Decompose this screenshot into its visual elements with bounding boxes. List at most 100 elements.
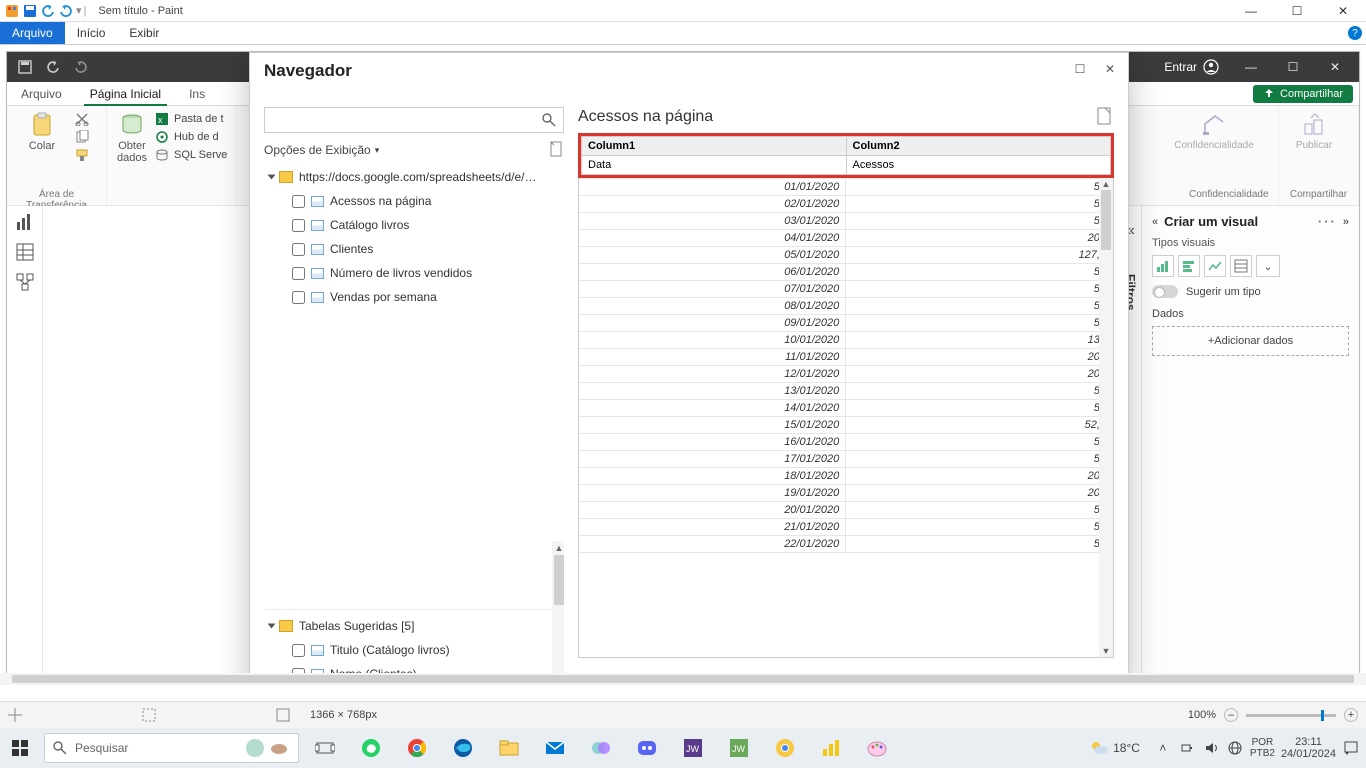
refresh-preview-icon[interactable] [548,141,564,159]
tree-table-item[interactable]: Catálogo livros [264,213,564,237]
sensitivity-button[interactable]: Confidencialidade [1189,112,1239,151]
tree-suggested-root[interactable]: Tabelas Sugeridas [5] [264,614,564,638]
tree-table-item[interactable]: Vendas por semana [264,285,564,309]
cut-icon[interactable] [75,112,89,126]
display-options-dropdown[interactable]: Opções de Exibição ▾ [264,143,379,157]
network-icon[interactable] [1226,739,1244,757]
mail-icon[interactable] [535,728,575,768]
table-checkbox[interactable] [292,291,305,304]
tree-suggested-item[interactable]: Titulo (Catálogo livros) [264,638,564,662]
pbi-redo-icon[interactable] [73,59,89,75]
whatsapp-icon[interactable] [351,728,391,768]
navigator-search-input[interactable] [271,113,541,127]
paint-hscrollbar[interactable] [0,673,1366,685]
tray-chevron-icon[interactable]: ˄ [1154,739,1172,757]
add-data-button[interactable]: +Adicionar dados [1152,326,1349,356]
discord-icon[interactable] [627,728,667,768]
scroll-thumb[interactable] [1101,190,1111,250]
table-checkbox[interactable] [292,243,305,256]
paint-close-button[interactable]: ✕ [1320,0,1366,22]
ribbon-tab-arquivo[interactable]: Arquivo [7,82,76,105]
toggle-switch-icon[interactable] [1152,285,1178,298]
paint-canvas[interactable]: Entrar — ☐ ✕ Arquivo Página Inicial Ins … [0,45,1366,685]
chevron-down-icon[interactable] [268,624,276,629]
navigator-close-button[interactable]: ✕ [1096,57,1124,81]
preview-options-icon[interactable] [1096,107,1114,127]
tree-table-item[interactable]: Número de livros vendidos [264,261,564,285]
start-button[interactable] [0,728,40,768]
paint-menu-inicio[interactable]: Início [65,22,118,44]
scroll-up-icon[interactable]: ▲ [552,541,564,555]
paint-minimize-button[interactable]: — [1228,0,1274,22]
scroll-up-icon[interactable]: ▲ [1099,178,1113,190]
language-indicator[interactable]: POR PTB2 [1250,737,1275,759]
model-view-icon[interactable] [15,272,35,292]
suggest-toggle[interactable]: Sugerir um tipo [1152,285,1349,298]
scroll-thumb[interactable] [12,675,1354,683]
viz-table-icon[interactable] [1230,255,1252,277]
pbi-maximize-button[interactable]: ☐ [1273,52,1313,82]
weather-widget[interactable]: 18°C [1089,738,1140,758]
viz-bar-icon[interactable] [1152,255,1174,277]
edge-icon[interactable] [443,728,483,768]
hub-source-button[interactable]: Hub de d [155,130,227,144]
paint-menu-arquivo[interactable]: Arquivo [0,22,65,44]
excel-source-button[interactable]: xPasta de t [155,112,227,126]
power-icon[interactable] [1178,739,1196,757]
paint-help-icon[interactable]: ? [1344,22,1366,44]
viz-column-icon[interactable] [1178,255,1200,277]
system-clock[interactable]: 23:11 24/01/2024 [1281,736,1336,760]
paste-button[interactable]: Colar [17,112,67,152]
table-checkbox[interactable] [292,644,305,657]
paint-menu-exibir[interactable]: Exibir [117,22,171,44]
app-jw-icon[interactable]: JW [673,728,713,768]
chrome-canary-icon[interactable] [765,728,805,768]
scroll-down-icon[interactable]: ▼ [1099,645,1113,657]
pbi-minimize-button[interactable]: — [1231,52,1271,82]
ribbon-tab-inserir[interactable]: Ins [175,82,219,105]
viz-more-dropdown[interactable]: ⌄ [1256,255,1280,277]
sql-source-button[interactable]: SQL Serve [155,148,227,162]
publish-button[interactable]: Publicar [1289,112,1339,151]
explorer-icon[interactable] [489,728,529,768]
app-jw2-icon[interactable]: JW [719,728,759,768]
zoom-out-button[interactable]: – [1224,708,1238,722]
format-painter-icon[interactable] [75,148,89,162]
viz-line-icon[interactable] [1204,255,1226,277]
table-checkbox[interactable] [292,219,305,232]
navigator-search[interactable] [264,107,564,133]
pbi-close-button[interactable]: ✕ [1315,52,1355,82]
table-checkbox[interactable] [292,267,305,280]
ribbon-tab-pagina-inicial[interactable]: Página Inicial [76,82,175,105]
tree-table-item[interactable]: Clientes [264,237,564,261]
copy-icon[interactable] [75,130,89,144]
volume-icon[interactable] [1202,739,1220,757]
paint-maximize-button[interactable]: ☐ [1274,0,1320,22]
chevron-down-icon[interactable] [268,175,276,180]
collapse-pane-icon[interactable]: « [1152,216,1158,228]
tree-table-item[interactable]: Acessos na página [264,189,564,213]
data-view-icon[interactable] [15,242,35,262]
share-button[interactable]: Compartilhar [1253,85,1353,103]
notifications-icon[interactable] [1342,739,1360,757]
table-checkbox[interactable] [292,195,305,208]
powerbi-taskbar-icon[interactable] [811,728,851,768]
redo-icon[interactable] [58,3,74,19]
paint-taskbar-icon[interactable] [857,728,897,768]
tree-scrollbar[interactable]: ▲ ▼ [552,541,564,681]
zoom-slider[interactable] [1246,714,1336,717]
pbi-signin-button[interactable]: Entrar [1154,59,1229,75]
taskbar-search[interactable]: Pesquisar [44,733,299,763]
tree-root[interactable]: https://docs.google.com/spreadsheets/d/e… [264,165,564,189]
chrome-icon[interactable] [397,728,437,768]
task-view-icon[interactable] [305,728,345,768]
expand-pane-icon[interactable]: » [1343,216,1349,228]
save-icon[interactable] [22,3,38,19]
scroll-thumb[interactable] [554,555,564,605]
navigator-maximize-button[interactable]: ☐ [1066,57,1094,81]
pbi-undo-icon[interactable] [45,59,61,75]
report-view-icon[interactable] [15,212,35,232]
zoom-in-button[interactable]: + [1344,708,1358,722]
get-data-button[interactable]: Obter dados [117,112,147,164]
undo-icon[interactable] [40,3,56,19]
